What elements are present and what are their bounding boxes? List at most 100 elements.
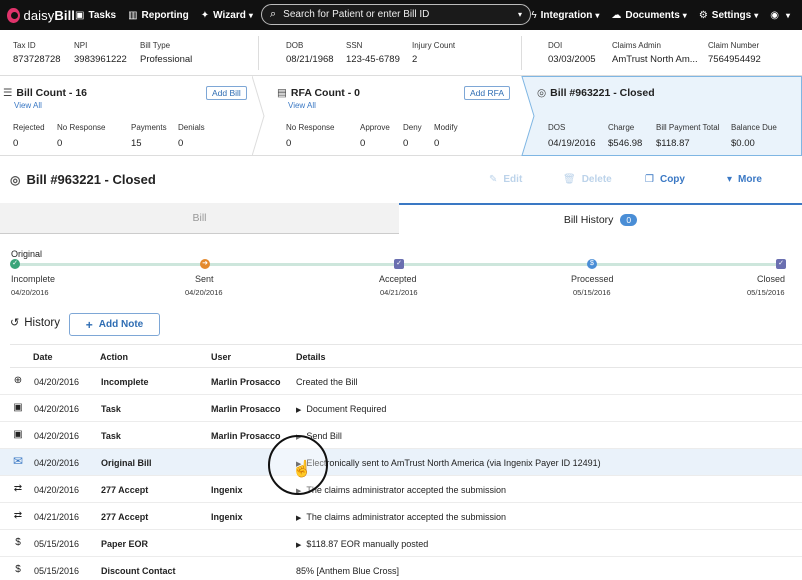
info-label: DOI xyxy=(548,41,563,50)
timeline-node-accepted: ✓ xyxy=(394,259,404,269)
bar-chart-icon: ▥ xyxy=(128,9,138,21)
row-user: Ingenix xyxy=(211,512,243,522)
tab-bill-history[interactable]: Bill History 0 xyxy=(399,203,802,234)
info-label: SSN xyxy=(346,41,363,50)
stat-balance-due: Balance Due $0.00 xyxy=(731,123,777,149)
caret-right-icon[interactable]: ▶ xyxy=(296,542,301,549)
row-action: 277 Accept xyxy=(101,485,149,495)
timeline-step-label: Incomplete xyxy=(11,274,56,284)
copy-button[interactable]: ❐ Copy xyxy=(645,174,685,185)
timeline-step-label: Accepted xyxy=(379,274,417,284)
table-row[interactable]: ▣ 04/20/2016 Task Marlin Prosacco ▶ Document … xyxy=(0,395,802,422)
row-user: Marlin Prosacco xyxy=(211,377,281,387)
row-details-text: Created the Bill xyxy=(296,377,358,387)
rfa-view-all-link[interactable]: View All xyxy=(288,101,316,110)
nav-integration[interactable]: ϟ Integration ▾ xyxy=(531,10,599,21)
row-user: Marlin Prosacco xyxy=(211,404,281,414)
add-bill-button[interactable]: Add Bill xyxy=(206,86,247,100)
tab-bar: Bill Bill History 0 xyxy=(0,203,802,234)
more-button[interactable]: ▾ More xyxy=(727,174,762,185)
row-date: 04/20/2016 xyxy=(34,485,80,495)
stat-label: Balance Due xyxy=(731,123,777,132)
caret-right-icon[interactable]: ▶ xyxy=(296,407,301,414)
info-value: 08/21/1968 xyxy=(286,54,334,65)
stat-deny: Deny 0 xyxy=(403,123,422,149)
edit-label: Edit xyxy=(503,174,523,185)
check-circle-icon: ◎ xyxy=(10,172,21,187)
col-details[interactable]: Details xyxy=(296,352,326,362)
stat-label: Bill Payment Total xyxy=(656,123,720,132)
top-navbar: daisyBill ▣ Tasks ▥ Reporting ✦ Wizard ▾… xyxy=(0,0,802,30)
timeline-step-date: 05/15/2016 xyxy=(573,288,611,297)
stat-value: 0 xyxy=(403,138,409,149)
add-note-button[interactable]: + Add Note xyxy=(69,313,160,336)
info-label: Injury Count xyxy=(412,41,456,50)
delete-button[interactable]: 🗑 Delete xyxy=(563,174,612,185)
table-row[interactable]: ▣ 04/20/2016 Task Marlin Prosacco ▶ Send Bill xyxy=(0,422,802,449)
stat-label: Modify xyxy=(434,123,458,132)
stat-label: Approve xyxy=(360,123,390,132)
col-user[interactable]: User xyxy=(211,352,231,362)
add-rfa-button[interactable]: Add RFA xyxy=(464,86,511,100)
timeline-step-label: Closed xyxy=(757,274,786,284)
user-icon: ◉ xyxy=(770,9,779,21)
nav-reporting[interactable]: ▥ Reporting xyxy=(128,10,189,21)
nav-right: ϟ Integration ▾ ☁ Documents ▾ ⚙ Settings… xyxy=(531,0,790,30)
table-row[interactable]: $05/15/2016 Paper EOR ▶ $118.87 EOR manuall… xyxy=(0,530,802,557)
daisy-logo-icon xyxy=(7,7,20,23)
nav-documents[interactable]: ☁ Documents ▾ xyxy=(611,10,686,21)
info-value: AmTrust North Am... xyxy=(612,54,698,65)
stat-value: 0 xyxy=(434,138,440,149)
tab-bill[interactable]: Bill xyxy=(0,203,399,234)
table-row[interactable]: ✉ 04/20/2016 Original Bill ▶ Electronically … xyxy=(0,449,802,476)
info-label: Claims Admin xyxy=(612,41,661,50)
divider xyxy=(521,36,522,70)
table-row[interactable]: ⇄ 04/20/2016 277 Accept Ingenix ▶ The claims … xyxy=(0,476,802,503)
nav-settings-label: Settings xyxy=(711,9,752,21)
summary-cards: ☰ Bill Count - 16 View All Add Bill Reje… xyxy=(0,76,802,156)
check-square-icon: ✓ xyxy=(396,260,402,267)
bills-view-all-link[interactable]: View All xyxy=(14,101,42,110)
logo[interactable]: daisyBill xyxy=(7,7,75,23)
stat-value: 0 xyxy=(286,138,292,149)
logo-text: daisyBill xyxy=(23,7,75,23)
nav-documents-label: Documents xyxy=(625,9,680,21)
dollar-icon: $ xyxy=(590,260,594,267)
page-title: ◎ Bill #963221 - Closed xyxy=(10,172,156,187)
bolt-icon: ϟ xyxy=(531,9,537,21)
nav-settings[interactable]: ⚙ Settings ▾ xyxy=(699,10,758,21)
row-details[interactable]: ▶ The claims administrator accepted the s… xyxy=(296,485,506,495)
col-date[interactable]: Date xyxy=(33,352,53,362)
edit-button[interactable]: ✎ Edit xyxy=(489,174,522,185)
table-row[interactable]: ⊕ 04/20/2016 Incomplete Marlin Prosacco Crea… xyxy=(0,368,802,395)
more-label: More xyxy=(738,174,762,185)
stat-value: 0 xyxy=(57,138,63,149)
row-date: 04/20/2016 xyxy=(34,431,80,441)
row-details[interactable]: ▶ The claims administrator accepted the s… xyxy=(296,512,506,522)
nav-tasks[interactable]: ▣ Tasks xyxy=(75,10,116,21)
history-table-header: Date Action User Details xyxy=(10,344,802,368)
table-row[interactable]: ⇄ 04/21/2016 277 Accept Ingenix ▶ The claims … xyxy=(0,503,802,530)
table-row[interactable]: $05/15/2016 Discount Contact 85% [Anthem B… xyxy=(0,557,802,580)
info-doi: DOI 03/03/2005 xyxy=(548,41,596,65)
row-details[interactable]: ▶ $118.87 EOR manually posted xyxy=(296,539,428,549)
history-icon: ↺ xyxy=(10,317,20,329)
search-dropdown-icon[interactable]: ▾ xyxy=(518,10,522,19)
history-heading-text: History xyxy=(24,316,60,329)
row-action: Task xyxy=(101,404,121,414)
search-box[interactable]: ⌕ ▾ xyxy=(261,4,531,25)
info-bill-type: Bill Type Professional xyxy=(140,41,192,65)
col-action[interactable]: Action xyxy=(100,352,128,362)
nav-user-menu[interactable]: ◉ ▾ xyxy=(770,10,790,21)
timeline-node-closed: ✓ xyxy=(776,259,786,269)
search-input[interactable] xyxy=(283,9,518,20)
nav-wizard[interactable]: ✦ Wizard ▾ xyxy=(201,10,253,21)
info-injury-count: Injury Count 2 xyxy=(412,41,455,65)
caret-right-icon[interactable]: ▶ xyxy=(296,515,301,522)
envelope-icon: ✉ xyxy=(12,454,24,468)
row-details[interactable]: ▶ Document Required xyxy=(296,404,386,414)
row-details[interactable]: ▶ Electronically sent to AmTrust North Am… xyxy=(296,458,601,468)
check-circle-icon: ◎ xyxy=(537,87,547,99)
stat-label: DOS xyxy=(548,123,566,132)
stat-label: No Response xyxy=(57,123,106,132)
